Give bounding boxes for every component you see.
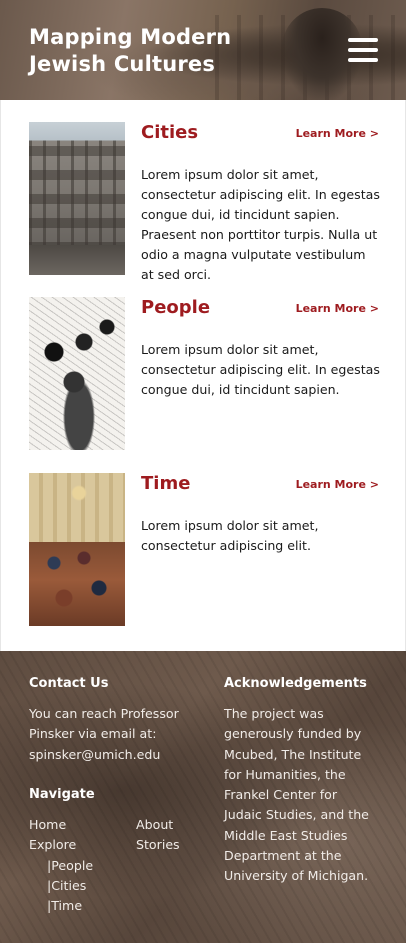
- nav-link-cities[interactable]: |Cities: [47, 878, 86, 893]
- nav-link-home[interactable]: Home: [29, 817, 66, 832]
- nav-link-people[interactable]: |People: [47, 858, 93, 873]
- acknowledgements-heading: Acknowledgements: [224, 676, 367, 691]
- site-title-line-1: Mapping Modern: [29, 25, 232, 49]
- hamburger-menu-icon[interactable]: [348, 38, 378, 62]
- nav-link-explore[interactable]: Explore: [29, 837, 76, 852]
- nav-link-time[interactable]: |Time: [47, 898, 82, 913]
- main-content: Cities Learn More > Lorem ipsum dolor si…: [0, 100, 406, 651]
- card-cities: Cities Learn More > Lorem ipsum dolor si…: [29, 122, 380, 282]
- learn-more-people-link[interactable]: Learn More >: [296, 302, 379, 315]
- learn-more-time-link[interactable]: Learn More >: [296, 478, 379, 491]
- navigate-heading: Navigate: [29, 787, 95, 802]
- time-thumbnail-image[interactable]: [29, 473, 125, 626]
- card-text-time: Lorem ipsum dolor sit amet, consectetur …: [141, 518, 319, 553]
- card-title-cities[interactable]: Cities: [141, 122, 198, 143]
- people-thumbnail-image[interactable]: [29, 297, 125, 450]
- card-time: Time Learn More > Lorem ipsum dolor sit …: [29, 473, 379, 626]
- card-text-people: Lorem ipsum dolor sit amet, consectetur …: [141, 342, 380, 397]
- learn-more-cities-link[interactable]: Learn More >: [296, 127, 379, 140]
- site-footer: Contact Us You can reach Professor Pinsk…: [0, 651, 406, 943]
- card-title-time[interactable]: Time: [141, 473, 190, 494]
- contact-heading: Contact Us: [29, 676, 109, 691]
- nav-link-stories[interactable]: Stories: [136, 837, 180, 852]
- contact-text: You can reach Professor Pinsker via emai…: [29, 706, 179, 762]
- site-title[interactable]: Mapping Modern Jewish Cultures: [29, 24, 269, 78]
- card-title-people[interactable]: People: [141, 297, 210, 318]
- cities-thumbnail-image[interactable]: [29, 122, 125, 275]
- acknowledgements-text: The project was generously funded by Mcu…: [224, 706, 369, 884]
- card-text-cities: Lorem ipsum dolor sit amet, consectetur …: [141, 167, 380, 282]
- card-people: People Learn More > Lorem ipsum dolor si…: [29, 297, 380, 450]
- nav-link-about[interactable]: About: [136, 817, 173, 832]
- site-title-line-2: Jewish Cultures: [29, 52, 216, 76]
- site-header: Mapping Modern Jewish Cultures: [0, 0, 406, 100]
